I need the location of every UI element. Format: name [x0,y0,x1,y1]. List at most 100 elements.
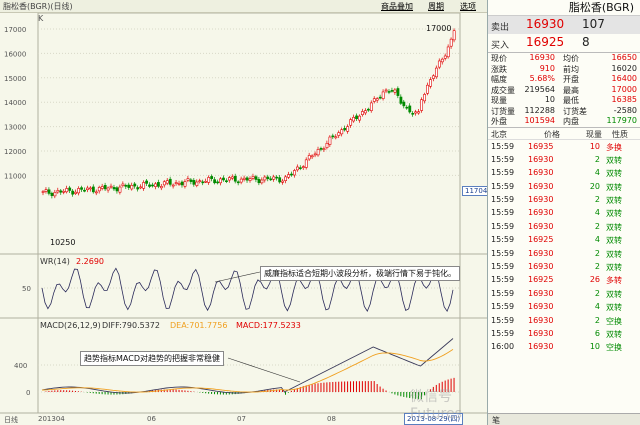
candle-body [349,119,353,126]
stat-value: 5.68% [529,74,555,83]
tick-price: 16930 [528,154,554,164]
watermark: 微信号 Futures [410,389,462,422]
candle-body [272,176,276,180]
candle-body [62,191,66,193]
tick-row[interactable]: 15:59 16930 2 双转 [488,287,640,300]
buy-label: 买入 [491,41,510,51]
ticks-header-volume: 现量 [586,129,602,139]
tick-row[interactable]: 16:00 16930 10 空换 [488,340,640,353]
tick-nature: 双转 [606,263,622,273]
stat-value: 117970 [606,116,637,125]
tick-price: 16930 [528,181,554,191]
tick-row[interactable]: 15:59 16930 2 空换 [488,314,640,327]
macd-dea: DEA:701.7756 [170,321,228,330]
candle-body [443,55,447,59]
candle-body [399,96,403,104]
tick-row[interactable]: 15:59 16935 10 多换 [488,140,640,153]
tick-row[interactable]: 15:59 16930 2 双转 [488,193,640,206]
tick-time: 15:59 [491,221,515,231]
tick-volume: 10 [589,342,600,352]
x-tick: 201304 [38,415,65,423]
candle-body [290,173,293,176]
tick-time: 15:59 [491,328,515,338]
tick-row[interactable]: 15:59 16930 2 双转 [488,247,640,260]
period-button[interactable]: 周期 [428,1,444,12]
candle-body [254,176,258,180]
tick-row[interactable]: 15:59 16930 20 双转 [488,180,640,193]
candle-body [446,46,450,58]
tick-nature: 空换 [606,343,622,353]
wr-value: 2.2690 [76,257,104,266]
candle-body [434,67,438,78]
quote-stats: 现价 16930 均价 16650 涨跌 910 前均 16020 幅度 5.68% 开盘 16400… [488,53,640,128]
candle-body [396,88,400,96]
candle-body [115,187,119,192]
quote-panel: 脂松香(BGR) 卖出 16930 107 买入 16925 8 现价 16930… [487,0,640,425]
stat-row: 现价 16930 均价 16650 [488,53,640,64]
candle-body [310,155,314,158]
candle-body [266,176,270,180]
candle-body [369,102,373,111]
tick-row[interactable]: 15:59 16925 26 多转 [488,273,640,286]
candle-body [83,189,86,192]
candle-body [281,180,285,183]
buy-volume: 8 [582,35,590,49]
candle-body [168,178,172,185]
candle-body [245,177,249,181]
tick-price: 16930 [528,195,554,205]
chart-pane[interactable]: 17000 16000 15000 14000 13000 12000 11000 50 400… [0,0,491,425]
overlay-button[interactable]: 商品叠加 [381,1,413,12]
stat-value: 101594 [524,116,555,125]
stat-value: 17000 [611,84,637,94]
candle-body [100,186,104,189]
tick-volume: 2 [594,154,600,164]
candle-body [86,187,89,191]
tick-row[interactable]: 15:59 16930 6 双转 [488,327,640,340]
tick-row[interactable]: 15:59 16930 4 双转 [488,300,640,313]
macd-y-tick-label: 400 [14,362,27,370]
candle-body [322,148,326,151]
stat-row: 外盘 101594 内盘 117970 [488,116,640,127]
candle-body [65,188,69,193]
ticks-list[interactable]: 15:59 16935 10 多换 15:59 16930 2 双转 15:59 16930 4 双转… [488,140,640,354]
candle-body [180,181,184,186]
candle-body [364,110,367,114]
candle-body [337,132,341,136]
tab-trades[interactable]: 笔 [492,415,500,425]
ticks-header-nature: 性质 [612,129,628,139]
candle-body [112,187,116,190]
candle-body [109,185,113,188]
tick-price: 16930 [528,248,554,258]
candle-body [316,149,320,156]
candle-body [124,185,128,187]
candle-body [417,111,421,114]
tab-strip[interactable]: 笔 [488,413,640,425]
stat-value: 910 [539,63,555,73]
candle-body [213,179,217,184]
tick-nature: 双转 [606,289,622,299]
tick-row[interactable]: 15:59 16930 2 双转 [488,220,640,233]
tick-row[interactable]: 15:59 16925 4 双转 [488,233,640,246]
tick-time: 15:59 [491,288,515,298]
candle-body [355,115,358,120]
options-button[interactable]: 选项 [460,1,476,12]
tick-row[interactable]: 15:59 16930 2 双转 [488,153,640,166]
stat-label: 内盘 [563,117,579,126]
tick-row[interactable]: 15:59 16930 4 双转 [488,206,640,219]
candle-body [225,180,228,182]
y-tick-label: 16000 [4,50,26,58]
candle-body [77,188,80,194]
kline-chart[interactable]: 17000 16000 15000 14000 13000 12000 11000 50 400… [0,0,487,425]
candle-body [275,176,279,179]
tick-nature: 双转 [606,196,622,206]
tick-row[interactable]: 15:59 16930 4 双转 [488,166,640,179]
candle-body [387,91,391,93]
stat-row: 幅度 5.68% 开盘 16400 [488,74,640,85]
stat-value: 16385 [611,95,637,104]
macd-value: MACD:177.5233 [236,321,301,330]
candle-body [334,136,338,139]
tick-price: 16930 [528,302,554,312]
tick-time: 15:59 [491,181,515,191]
tick-price: 16930 [528,208,554,218]
tick-row[interactable]: 15:59 16930 2 双转 [488,260,640,273]
